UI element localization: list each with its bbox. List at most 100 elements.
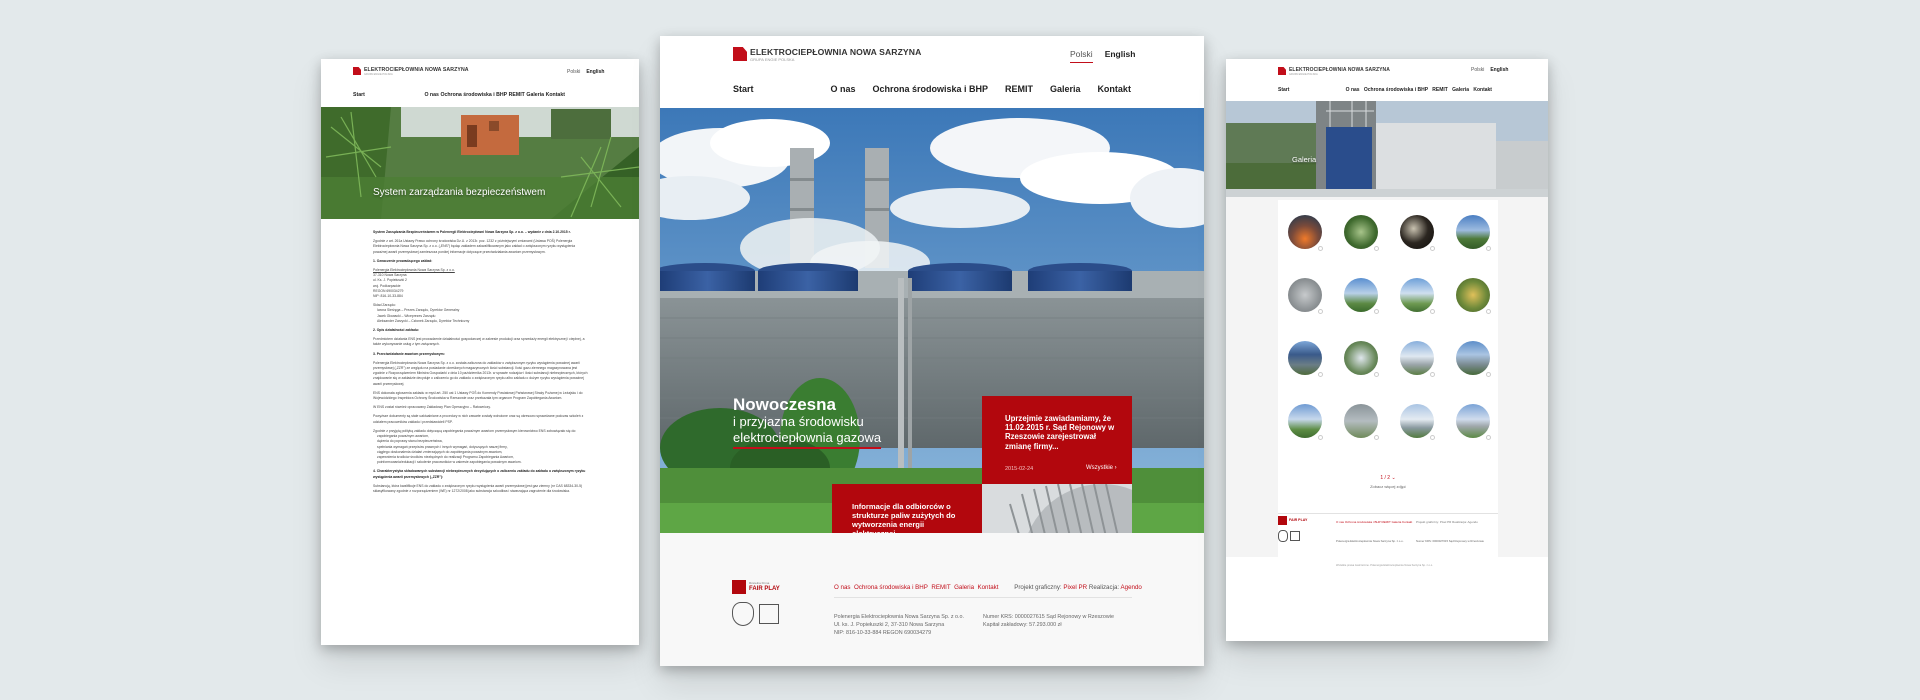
gallery-thumb[interactable] (1344, 341, 1378, 375)
list-item: poinformowania/edukacji i szkolenie prac… (377, 460, 522, 465)
nav-contact[interactable]: Kontakt (546, 92, 565, 98)
gallery-thumb[interactable] (1288, 404, 1322, 438)
footer-credits: Projekt graficzny: Pixel PR Realizacja: … (1416, 520, 1478, 524)
nav-contact[interactable]: Kontakt (1097, 84, 1131, 94)
banner-title: Galeria (1292, 155, 1317, 164)
nav-remit[interactable]: REMIT (1432, 87, 1448, 93)
footer-registry: Numer KRS: 0000027615 Sąd Rejonowy w Rze… (983, 613, 1114, 629)
gallery-thumb[interactable] (1400, 341, 1434, 375)
main-nav: Start O nas Ochrona środowiska i BHP REM… (1278, 87, 1492, 93)
badge-label: FAIR PLAY (1289, 518, 1308, 522)
lang-polish[interactable]: Polski (1471, 67, 1484, 73)
footer-divider (834, 597, 1132, 598)
lang-polish[interactable]: Polski (567, 69, 580, 75)
news-title: Informacje dla odbiorców o strukturze pa… (852, 502, 956, 533)
gallery-thumb[interactable] (1288, 341, 1322, 375)
gallery-thumb[interactable] (1456, 278, 1490, 312)
lang-english[interactable]: English (586, 69, 604, 75)
nav-environment[interactable]: Ochrona środowiska i BHP (1364, 87, 1428, 93)
lang-polish-label: Polski (1070, 49, 1093, 59)
footer-registry: Numer KRS: 0000027615 Sąd Rejonowy w Rze… (1416, 539, 1484, 543)
gallery-thumb[interactable] (1456, 404, 1490, 438)
zoom-icon (1318, 309, 1323, 314)
gallery-thumb[interactable] (1400, 404, 1434, 438)
document-body: System Zarządzania Bezpieczeństwem w Pol… (373, 230, 589, 498)
lang-english[interactable]: English (1490, 67, 1508, 73)
footer-link-remit[interactable]: REMIT (931, 584, 950, 591)
zoom-icon (1486, 246, 1491, 251)
banner-title: System zarządzania bezpieczeństwem (373, 187, 546, 198)
nav-about[interactable]: O nas (424, 92, 438, 98)
zoom-icon (1486, 372, 1491, 377)
nav-gallery[interactable]: Galeria (1452, 87, 1469, 93)
gallery-thumb[interactable] (1456, 341, 1490, 375)
zoom-icon (1486, 435, 1491, 440)
nav-remit[interactable]: REMIT (1005, 84, 1033, 94)
footer-links[interactable]: O nas Ochrona środowiska i BHP REMIT Gal… (1336, 520, 1412, 524)
gallery-thumb[interactable] (1456, 215, 1490, 249)
news-more-link[interactable]: Wszystkie › (1086, 465, 1117, 471)
nav-about[interactable]: O nas (1346, 87, 1360, 93)
lang-english[interactable]: English (1105, 49, 1136, 59)
lang-polish[interactable]: Polski (1070, 49, 1093, 63)
badge-top-text: Rzetelna Firma (749, 581, 770, 585)
footer-copyright: Wszelkie prawa zastrzeżone. Polenergia E… (1336, 564, 1433, 567)
nav-gallery[interactable]: Galeria (526, 92, 544, 98)
news-card-2[interactable]: Informacje dla odbiorców o strukturze pa… (832, 484, 982, 533)
certificate-icon (732, 602, 754, 626)
certificate-icon (759, 604, 779, 624)
address-line: NIP: 816-10-33-884 REGON 690034279 (834, 630, 932, 636)
chevron-down-icon: ⌄ (1391, 475, 1396, 481)
nav-environment[interactable]: Ochrona środowiska i BHP (872, 84, 988, 94)
gallery-thumb[interactable] (1288, 278, 1322, 312)
gallery-thumb[interactable] (1400, 215, 1434, 249)
nav-environment[interactable]: Ochrona środowiska i BHP (440, 92, 507, 98)
footer-address: Polenergia Elektrociepłownia Nowa Sarzyn… (1336, 539, 1404, 543)
site-logo[interactable]: ELEKTROCIEPŁOWNIA NOWA SARZYNA GRUPA ENG… (1278, 67, 1390, 76)
section-text: Polenergia Elektrociepłownia Nowa Sarzyn… (373, 360, 588, 386)
pagination-label: 1 / 2 (1380, 475, 1391, 481)
gallery-thumb[interactable] (1400, 278, 1434, 312)
language-switch: Polski English (1070, 49, 1136, 63)
nav-contact[interactable]: Kontakt (1473, 87, 1492, 93)
nav-start[interactable]: Start (733, 84, 754, 94)
gallery-thumb[interactable] (1344, 278, 1378, 312)
see-more-link[interactable]: Zobacz więcej zdjęć (1278, 484, 1498, 489)
pagination[interactable]: 1 / 2 ⌄ (1278, 475, 1498, 481)
zoom-icon (1374, 309, 1379, 314)
site-logo[interactable]: ELEKTROCIEPŁOWNIA NOWA SARZYNA GRUPA ENG… (353, 67, 469, 76)
footer-link-gallery[interactable]: Galeria (954, 584, 974, 591)
gallery-thumb[interactable] (1288, 215, 1322, 249)
main-nav: Start O nas Ochrona środowiska i BHP REM… (733, 84, 1131, 94)
footer-link-environment[interactable]: Ochrona środowiska i BHP (854, 584, 928, 591)
footer-design-link[interactable]: Pixel PR (1063, 584, 1087, 591)
nav-about[interactable]: O nas (830, 84, 855, 94)
pine-garden-photo (321, 107, 639, 219)
nav-start[interactable]: Start (353, 92, 365, 98)
certificate-icon (1278, 530, 1288, 542)
footer-link-contact[interactable]: Kontakt (977, 584, 998, 591)
footer-divider (1278, 513, 1498, 514)
zoom-icon (1430, 372, 1435, 377)
news-card-1[interactable]: Uprzejmie zawiadamiamy, że 11.02.2015 r.… (982, 396, 1132, 484)
fair-play-badge-icon (732, 580, 746, 594)
badges: FAIR PLAY (1278, 516, 1307, 548)
doc-intro: Zgodnie z art. 261a Ustawy Prawo ochrony… (373, 239, 576, 254)
footer-link-about[interactable]: O nas (834, 584, 851, 591)
section-text: Substancją, która kwalifikuje ENS do zak… (373, 483, 583, 493)
page-home: ELEKTROCIEPŁOWNIA NOWA SARZYNA GRUPA ENG… (660, 36, 1204, 666)
site-logo[interactable]: ELEKTROCIEPŁOWNIA NOWA SARZYNA GRUPA ENG… (733, 47, 921, 62)
hero-title: Nowoczesna i przyjazna środowisku elektr… (733, 395, 882, 449)
nav-remit[interactable]: REMIT (509, 92, 525, 98)
nav-start[interactable]: Start (1278, 87, 1289, 93)
main-nav: Start O nas Ochrona środowiska i BHP REM… (353, 92, 565, 98)
nav-gallery-label: Galeria (1452, 87, 1470, 93)
plant-building-photo (1226, 101, 1548, 197)
footer-impl-link[interactable]: Agendo (1121, 584, 1142, 591)
nav-gallery[interactable]: Galeria (1050, 84, 1081, 94)
doc-heading: System Zarządzania Bezpieczeństwem w Pol… (373, 230, 571, 234)
gallery-thumb[interactable] (1344, 215, 1378, 249)
hero-title-line3: elektrociepłownia gazowa (733, 431, 882, 449)
gallery-thumb[interactable] (1344, 404, 1378, 438)
zoom-icon (1374, 246, 1379, 251)
